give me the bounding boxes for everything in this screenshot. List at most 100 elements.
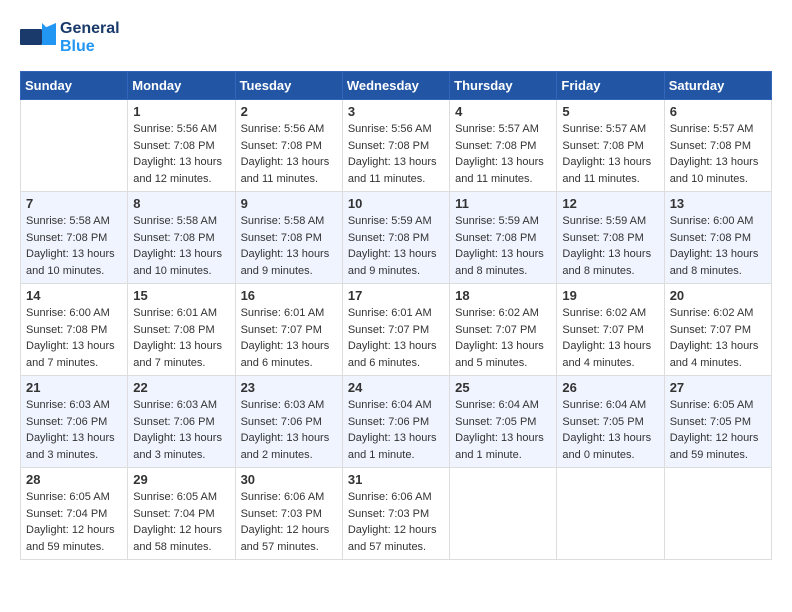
day-info: Sunrise: 6:01 AM Sunset: 7:07 PM Dayligh… <box>348 305 444 371</box>
calendar-cell: 2 Sunrise: 5:56 AM Sunset: 7:08 PM Dayli… <box>235 100 342 192</box>
calendar-table: SundayMondayTuesdayWednesdayThursdayFrid… <box>20 71 772 560</box>
day-info: Sunrise: 6:01 AM Sunset: 7:07 PM Dayligh… <box>241 305 337 371</box>
day-info: Sunrise: 6:05 AM Sunset: 7:05 PM Dayligh… <box>670 397 766 463</box>
calendar-cell: 19 Sunrise: 6:02 AM Sunset: 7:07 PM Dayl… <box>557 284 664 376</box>
day-info: Sunrise: 6:05 AM Sunset: 7:04 PM Dayligh… <box>133 489 229 555</box>
calendar-cell: 12 Sunrise: 5:59 AM Sunset: 7:08 PM Dayl… <box>557 192 664 284</box>
calendar-cell: 29 Sunrise: 6:05 AM Sunset: 7:04 PM Dayl… <box>128 468 235 560</box>
day-info: Sunrise: 5:58 AM Sunset: 7:08 PM Dayligh… <box>133 213 229 279</box>
day-info: Sunrise: 6:03 AM Sunset: 7:06 PM Dayligh… <box>26 397 122 463</box>
calendar-cell: 18 Sunrise: 6:02 AM Sunset: 7:07 PM Dayl… <box>450 284 557 376</box>
day-number: 8 <box>133 196 229 211</box>
day-number: 28 <box>26 472 122 487</box>
calendar-cell: 31 Sunrise: 6:06 AM Sunset: 7:03 PM Dayl… <box>342 468 449 560</box>
day-number: 2 <box>241 104 337 119</box>
calendar-cell: 22 Sunrise: 6:03 AM Sunset: 7:06 PM Dayl… <box>128 376 235 468</box>
day-info: Sunrise: 5:58 AM Sunset: 7:08 PM Dayligh… <box>241 213 337 279</box>
weekday-header-row: SundayMondayTuesdayWednesdayThursdayFrid… <box>21 72 772 100</box>
day-info: Sunrise: 5:59 AM Sunset: 7:08 PM Dayligh… <box>562 213 658 279</box>
calendar-cell: 27 Sunrise: 6:05 AM Sunset: 7:05 PM Dayl… <box>664 376 771 468</box>
logo: General Blue <box>20 20 120 55</box>
day-info: Sunrise: 5:57 AM Sunset: 7:08 PM Dayligh… <box>562 121 658 187</box>
logo-icon <box>20 23 56 53</box>
calendar-cell: 7 Sunrise: 5:58 AM Sunset: 7:08 PM Dayli… <box>21 192 128 284</box>
day-info: Sunrise: 5:56 AM Sunset: 7:08 PM Dayligh… <box>348 121 444 187</box>
day-number: 3 <box>348 104 444 119</box>
day-info: Sunrise: 6:04 AM Sunset: 7:05 PM Dayligh… <box>562 397 658 463</box>
calendar-week-row: 7 Sunrise: 5:58 AM Sunset: 7:08 PM Dayli… <box>21 192 772 284</box>
day-info: Sunrise: 6:04 AM Sunset: 7:06 PM Dayligh… <box>348 397 444 463</box>
day-number: 9 <box>241 196 337 211</box>
calendar-cell: 14 Sunrise: 6:00 AM Sunset: 7:08 PM Dayl… <box>21 284 128 376</box>
day-info: Sunrise: 6:00 AM Sunset: 7:08 PM Dayligh… <box>26 305 122 371</box>
weekday-header-monday: Monday <box>128 72 235 100</box>
calendar-week-row: 1 Sunrise: 5:56 AM Sunset: 7:08 PM Dayli… <box>21 100 772 192</box>
calendar-cell: 1 Sunrise: 5:56 AM Sunset: 7:08 PM Dayli… <box>128 100 235 192</box>
day-number: 23 <box>241 380 337 395</box>
weekday-header-sunday: Sunday <box>21 72 128 100</box>
calendar-cell: 26 Sunrise: 6:04 AM Sunset: 7:05 PM Dayl… <box>557 376 664 468</box>
day-info: Sunrise: 6:04 AM Sunset: 7:05 PM Dayligh… <box>455 397 551 463</box>
day-info: Sunrise: 5:56 AM Sunset: 7:08 PM Dayligh… <box>133 121 229 187</box>
calendar-cell: 6 Sunrise: 5:57 AM Sunset: 7:08 PM Dayli… <box>664 100 771 192</box>
weekday-header-thursday: Thursday <box>450 72 557 100</box>
day-number: 6 <box>670 104 766 119</box>
calendar-cell: 17 Sunrise: 6:01 AM Sunset: 7:07 PM Dayl… <box>342 284 449 376</box>
day-number: 10 <box>348 196 444 211</box>
day-info: Sunrise: 5:59 AM Sunset: 7:08 PM Dayligh… <box>348 213 444 279</box>
logo-text-line1: General <box>60 20 120 38</box>
day-number: 13 <box>670 196 766 211</box>
calendar-cell: 3 Sunrise: 5:56 AM Sunset: 7:08 PM Dayli… <box>342 100 449 192</box>
calendar-cell <box>21 100 128 192</box>
calendar-week-row: 28 Sunrise: 6:05 AM Sunset: 7:04 PM Dayl… <box>21 468 772 560</box>
day-number: 18 <box>455 288 551 303</box>
calendar-cell: 4 Sunrise: 5:57 AM Sunset: 7:08 PM Dayli… <box>450 100 557 192</box>
calendar-week-row: 14 Sunrise: 6:00 AM Sunset: 7:08 PM Dayl… <box>21 284 772 376</box>
calendar-cell <box>450 468 557 560</box>
calendar-cell: 9 Sunrise: 5:58 AM Sunset: 7:08 PM Dayli… <box>235 192 342 284</box>
day-number: 25 <box>455 380 551 395</box>
calendar-week-row: 21 Sunrise: 6:03 AM Sunset: 7:06 PM Dayl… <box>21 376 772 468</box>
day-number: 15 <box>133 288 229 303</box>
day-number: 1 <box>133 104 229 119</box>
calendar-cell: 23 Sunrise: 6:03 AM Sunset: 7:06 PM Dayl… <box>235 376 342 468</box>
calendar-cell: 20 Sunrise: 6:02 AM Sunset: 7:07 PM Dayl… <box>664 284 771 376</box>
weekday-header-friday: Friday <box>557 72 664 100</box>
day-info: Sunrise: 6:05 AM Sunset: 7:04 PM Dayligh… <box>26 489 122 555</box>
day-info: Sunrise: 5:59 AM Sunset: 7:08 PM Dayligh… <box>455 213 551 279</box>
logo-text-line2: Blue <box>60 38 120 56</box>
calendar-cell: 16 Sunrise: 6:01 AM Sunset: 7:07 PM Dayl… <box>235 284 342 376</box>
calendar-cell <box>664 468 771 560</box>
day-info: Sunrise: 6:03 AM Sunset: 7:06 PM Dayligh… <box>241 397 337 463</box>
day-info: Sunrise: 5:57 AM Sunset: 7:08 PM Dayligh… <box>670 121 766 187</box>
calendar-cell: 24 Sunrise: 6:04 AM Sunset: 7:06 PM Dayl… <box>342 376 449 468</box>
day-number: 17 <box>348 288 444 303</box>
day-info: Sunrise: 6:02 AM Sunset: 7:07 PM Dayligh… <box>562 305 658 371</box>
calendar-cell: 13 Sunrise: 6:00 AM Sunset: 7:08 PM Dayl… <box>664 192 771 284</box>
day-number: 24 <box>348 380 444 395</box>
calendar-cell: 5 Sunrise: 5:57 AM Sunset: 7:08 PM Dayli… <box>557 100 664 192</box>
day-number: 30 <box>241 472 337 487</box>
day-info: Sunrise: 6:06 AM Sunset: 7:03 PM Dayligh… <box>348 489 444 555</box>
day-number: 21 <box>26 380 122 395</box>
calendar-cell: 30 Sunrise: 6:06 AM Sunset: 7:03 PM Dayl… <box>235 468 342 560</box>
day-number: 26 <box>562 380 658 395</box>
day-info: Sunrise: 6:00 AM Sunset: 7:08 PM Dayligh… <box>670 213 766 279</box>
day-info: Sunrise: 5:58 AM Sunset: 7:08 PM Dayligh… <box>26 213 122 279</box>
calendar-cell: 21 Sunrise: 6:03 AM Sunset: 7:06 PM Dayl… <box>21 376 128 468</box>
calendar-cell: 25 Sunrise: 6:04 AM Sunset: 7:05 PM Dayl… <box>450 376 557 468</box>
calendar-cell <box>557 468 664 560</box>
weekday-header-saturday: Saturday <box>664 72 771 100</box>
calendar-cell: 11 Sunrise: 5:59 AM Sunset: 7:08 PM Dayl… <box>450 192 557 284</box>
calendar-cell: 10 Sunrise: 5:59 AM Sunset: 7:08 PM Dayl… <box>342 192 449 284</box>
day-info: Sunrise: 6:01 AM Sunset: 7:08 PM Dayligh… <box>133 305 229 371</box>
day-info: Sunrise: 6:06 AM Sunset: 7:03 PM Dayligh… <box>241 489 337 555</box>
day-info: Sunrise: 5:56 AM Sunset: 7:08 PM Dayligh… <box>241 121 337 187</box>
day-number: 20 <box>670 288 766 303</box>
day-number: 14 <box>26 288 122 303</box>
day-number: 12 <box>562 196 658 211</box>
day-info: Sunrise: 5:57 AM Sunset: 7:08 PM Dayligh… <box>455 121 551 187</box>
day-number: 29 <box>133 472 229 487</box>
calendar-cell: 28 Sunrise: 6:05 AM Sunset: 7:04 PM Dayl… <box>21 468 128 560</box>
day-info: Sunrise: 6:03 AM Sunset: 7:06 PM Dayligh… <box>133 397 229 463</box>
